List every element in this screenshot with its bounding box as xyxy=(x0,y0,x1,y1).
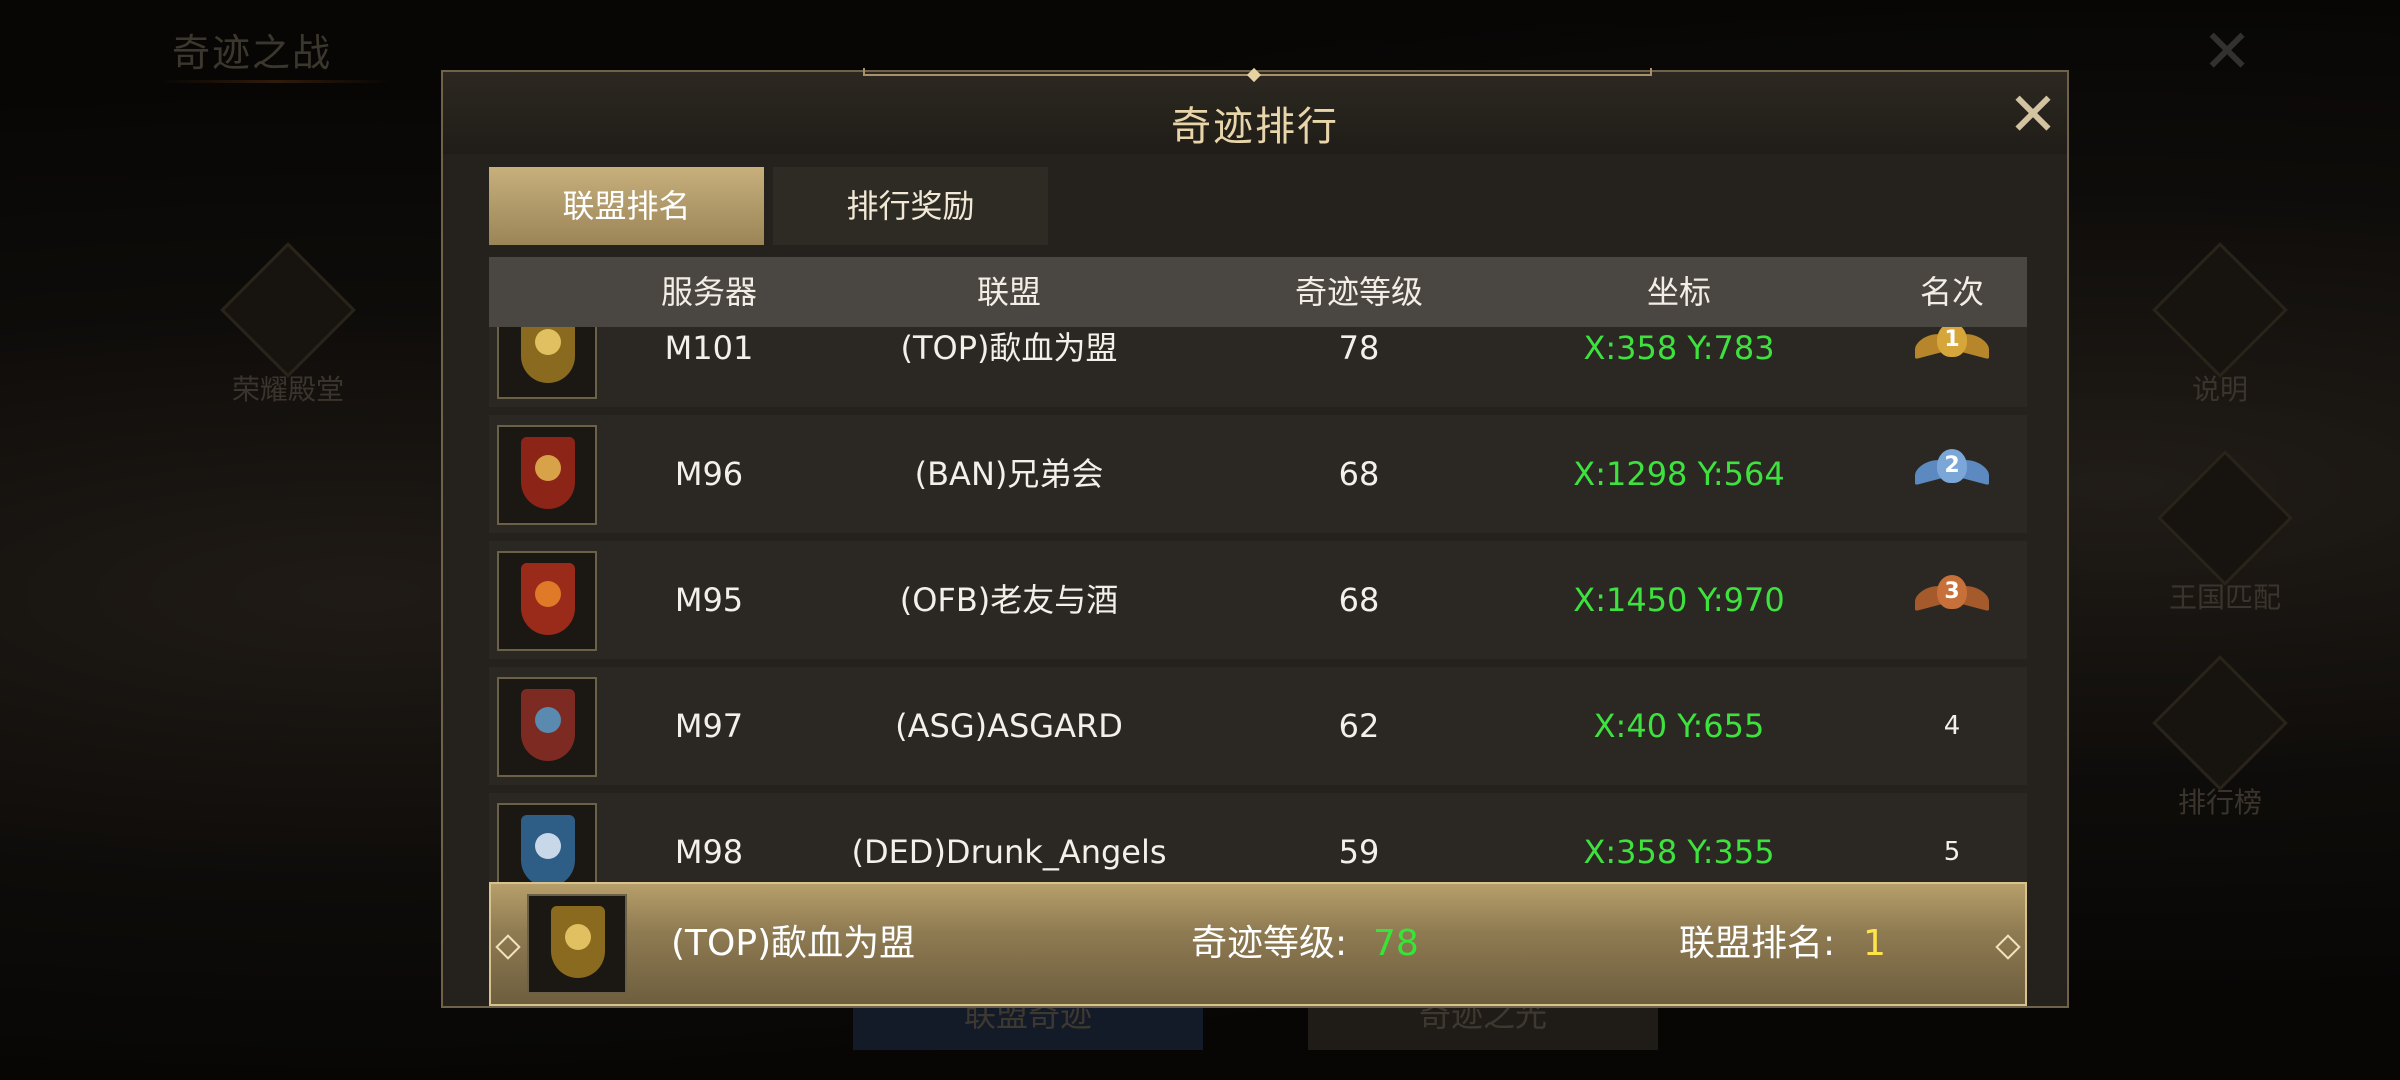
row-coordinates[interactable]: X:1450 Y:970 xyxy=(1529,541,1829,659)
alliance-crest-icon xyxy=(497,551,597,651)
my-level-label: 奇迹等级: xyxy=(1191,923,1348,964)
row-coordinates[interactable]: X:40 Y:655 xyxy=(1529,667,1829,785)
column-rank: 名次 xyxy=(1919,273,1984,311)
column-wonder-level: 奇迹等级 xyxy=(1294,273,1423,311)
row-alliance: (BAN)兄弟会 xyxy=(914,455,1104,493)
row-level: 68 xyxy=(1338,581,1380,619)
my-alliance-crest-icon xyxy=(527,894,627,994)
my-rank-value: 1 xyxy=(1863,923,1886,964)
column-server: 服务器 xyxy=(660,273,757,311)
row-server: M97 xyxy=(674,707,744,745)
row-rank: 4 xyxy=(1943,711,1961,741)
bronze-medal-icon: 3 xyxy=(1915,575,1989,625)
ranking-row[interactable]: M97 (ASG)ASGARD 62 X:40 Y:655 4 xyxy=(489,667,2027,785)
footer-right-ornament xyxy=(1995,934,2021,960)
ranking-row[interactable]: M95 (OFB)老友与酒 68 X:1450 Y:970 3 xyxy=(489,541,2027,659)
column-alliance: 联盟 xyxy=(976,273,1041,311)
ranking-row[interactable]: M96 (BAN)兄弟会 68 X:1298 Y:564 2 xyxy=(489,415,2027,533)
row-alliance: (ASG)ASGARD xyxy=(895,707,1123,745)
wonder-ranking-panel: 奇迹排行 ✕ 联盟排名 排行奖励 服务器 联盟 奇迹等级 坐标 名次 M101 … xyxy=(441,67,2069,1008)
column-coordinates: 坐标 xyxy=(1646,273,1711,311)
my-level-value: 78 xyxy=(1373,923,1419,964)
row-alliance: (TOP)歃血为盟 xyxy=(900,329,1118,367)
alliance-crest-icon xyxy=(497,677,597,777)
ranking-row[interactable]: M101 (TOP)歃血为盟 78 X:358 Y:783 1 xyxy=(489,327,2027,407)
my-alliance-bar: (TOP)歃血为盟 奇迹等级: 78 联盟排名: 1 xyxy=(489,882,2027,1006)
alliance-crest-icon xyxy=(497,327,597,399)
ranking-list[interactable]: M101 (TOP)歃血为盟 78 X:358 Y:783 1 M96 (BAN… xyxy=(489,327,2027,953)
alliance-crest-icon xyxy=(497,425,597,525)
row-server: M96 xyxy=(674,455,744,493)
gold-medal-icon: 1 xyxy=(1915,327,1989,373)
row-level: 78 xyxy=(1338,329,1380,367)
table-header: 服务器 联盟 奇迹等级 坐标 名次 xyxy=(489,257,2027,327)
close-icon[interactable]: ✕ xyxy=(2005,85,2061,146)
my-alliance-name: (TOP)歃血为盟 xyxy=(671,923,916,964)
row-server: M95 xyxy=(674,581,744,619)
footer-left-ornament xyxy=(495,934,521,960)
row-coordinates[interactable]: X:358 Y:783 xyxy=(1529,327,1829,407)
row-coordinates[interactable]: X:1298 Y:564 xyxy=(1529,415,1829,533)
tab-alliance-ranking[interactable]: 联盟排名 xyxy=(489,167,764,245)
silver-medal-icon: 2 xyxy=(1915,449,1989,499)
row-server: M101 xyxy=(664,329,754,367)
row-alliance: (OFB)老友与酒 xyxy=(899,581,1119,619)
row-level: 62 xyxy=(1338,707,1380,745)
tab-ranking-rewards[interactable]: 排行奖励 xyxy=(773,167,1048,245)
my-rank-label: 联盟排名: xyxy=(1679,923,1836,964)
row-level: 68 xyxy=(1338,455,1380,493)
panel-title: 奇迹排行 xyxy=(1171,104,1339,150)
